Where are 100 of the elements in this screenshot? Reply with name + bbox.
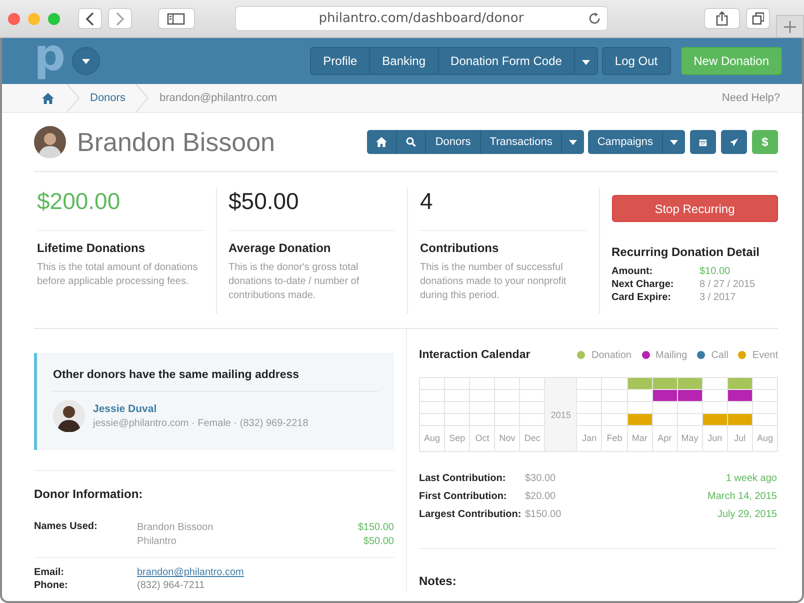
name-amount: $150.00 <box>358 521 394 535</box>
send-button[interactable] <box>721 130 747 154</box>
name-value: Brandon Bissoon <box>137 521 214 535</box>
caret-icon <box>582 60 590 65</box>
new-tab-button[interactable] <box>776 15 804 37</box>
month-label: Apr <box>652 426 678 452</box>
month-label: Aug <box>420 426 446 452</box>
chevron-left-icon <box>85 12 95 26</box>
address-bar[interactable]: philantro.com/dashboard/donor <box>234 6 608 31</box>
dropdown-button[interactable] <box>663 130 685 154</box>
donor-name: Brandon Bissoon <box>77 126 276 158</box>
month-label: Mar <box>628 426 653 452</box>
caret-icon <box>670 140 678 144</box>
dropdown-button[interactable] <box>574 48 597 74</box>
stat-value: $200.00 <box>37 188 204 231</box>
reload-icon[interactable] <box>588 12 601 25</box>
back-button[interactable] <box>78 8 102 29</box>
month-label: Jun <box>702 426 728 452</box>
stat-description: This is the donor's gross total donations to-date / number of contributions made. <box>228 261 360 303</box>
nav-button[interactable]: Donation Form Code <box>438 48 575 74</box>
caret-icon <box>569 140 578 144</box>
sidebar-icon <box>167 12 186 24</box>
contribution-date: 1 week ago <box>726 472 777 486</box>
notice-title: Other donors have the same mailing address <box>53 369 378 392</box>
section-title: Notes: <box>419 574 458 588</box>
stat-value: 4 <box>420 188 586 231</box>
detail-value: $10.00 <box>700 265 730 278</box>
nav-button[interactable]: Profile <box>311 48 370 74</box>
month-label: Jan <box>577 426 602 452</box>
calendar-button[interactable] <box>690 130 716 154</box>
tabs-icon <box>752 12 764 25</box>
field-label: Names Used: <box>34 521 98 534</box>
month-label: Sep <box>445 426 470 452</box>
name-amount: $50.00 <box>363 535 394 549</box>
detail-label: Card Expire: <box>612 291 672 304</box>
contribution-date: March 14, 2015 <box>708 490 777 504</box>
month-label: Feb <box>602 426 628 452</box>
contribution-label: First Contribution: <box>419 490 508 504</box>
search-icon <box>406 137 416 147</box>
person-info: jessie@philantro.com · Female · (832) 969-2218 <box>93 418 308 429</box>
name-value: Philantro <box>137 535 176 549</box>
paper-plane-icon <box>730 136 738 148</box>
legend-label: Call <box>711 350 728 360</box>
month-label: Aug <box>752 426 778 452</box>
email-link[interactable]: brandon@philantro.com <box>137 566 244 579</box>
home-icon <box>376 137 388 147</box>
home-icon[interactable] <box>42 92 54 104</box>
sidebar-button[interactable] <box>158 8 195 29</box>
avatar <box>53 400 85 432</box>
avatar <box>34 126 66 158</box>
help-link[interactable]: Need Help? <box>722 92 780 104</box>
detail-label: Next Charge: <box>612 278 675 291</box>
stat-title: Lifetime Donations <box>37 241 146 255</box>
stop-recurring-button[interactable]: Stop Recurring <box>612 195 778 222</box>
stat-value: $50.00 <box>228 188 395 231</box>
stat-description: This is the number of successful donations made to your nonprofit during this period. <box>420 261 568 303</box>
section-title: Donor Information: <box>34 487 144 501</box>
field-label: Phone: <box>34 579 69 592</box>
field-label: Email: <box>34 566 66 579</box>
month-label: Nov <box>495 426 520 452</box>
toolbar-button[interactable]: Donors <box>426 130 481 154</box>
contribution-date: July 29, 2015 <box>718 508 777 522</box>
legend-label: Donation <box>591 350 632 360</box>
contribution-amount: $150.00 <box>525 508 562 522</box>
nav-button[interactable]: Banking <box>370 48 439 74</box>
detail-label: Amount: <box>612 265 654 278</box>
home-button[interactable] <box>367 130 398 154</box>
tabs-button[interactable] <box>746 8 770 29</box>
year-label: 2015 <box>545 378 578 452</box>
contribution-label: Last Contribution: <box>419 472 507 486</box>
recurring-title: Recurring Donation Detail <box>612 245 761 259</box>
dropdown-button[interactable] <box>562 130 584 154</box>
breadcrumb-link[interactable]: Donors <box>90 92 126 104</box>
detail-value: 3 / 2017 <box>700 291 736 304</box>
plus-icon <box>784 20 796 32</box>
month-label: Oct <box>470 426 496 452</box>
month-label: May <box>678 426 703 452</box>
campaigns-button[interactable]: Campaigns <box>588 130 663 154</box>
detail-value: 8 / 27 / 2015 <box>700 278 756 291</box>
month-label: Jul <box>728 426 753 452</box>
field-value: (832) 964-7211 <box>137 579 205 592</box>
search-button[interactable] <box>397 130 426 154</box>
stat-title: Contributions <box>420 241 500 255</box>
caret-icon <box>82 58 90 64</box>
legend-label: Event <box>752 350 778 360</box>
stat-title: Average Donation <box>228 241 332 255</box>
contribution-amount: $30.00 <box>525 472 557 486</box>
stat-description: This is the total amount of donations before applicable processing fees. <box>37 261 199 289</box>
account-menu-button[interactable] <box>72 47 100 75</box>
calendar-icon <box>699 136 707 148</box>
share-button[interactable] <box>704 8 740 29</box>
share-icon <box>716 11 728 26</box>
chevron-right-icon <box>115 12 125 26</box>
breadcrumb-current: brandon@philantro.com <box>159 92 278 104</box>
person-link[interactable]: Jessie Duval <box>93 403 308 415</box>
contribution-amount: $20.00 <box>525 490 557 504</box>
legend-label: Mailing <box>656 350 688 360</box>
logout-button[interactable]: Log Out <box>602 47 671 75</box>
toolbar-button[interactable]: Transactions <box>480 130 562 154</box>
contribution-label: Largest Contribution: <box>419 508 522 522</box>
